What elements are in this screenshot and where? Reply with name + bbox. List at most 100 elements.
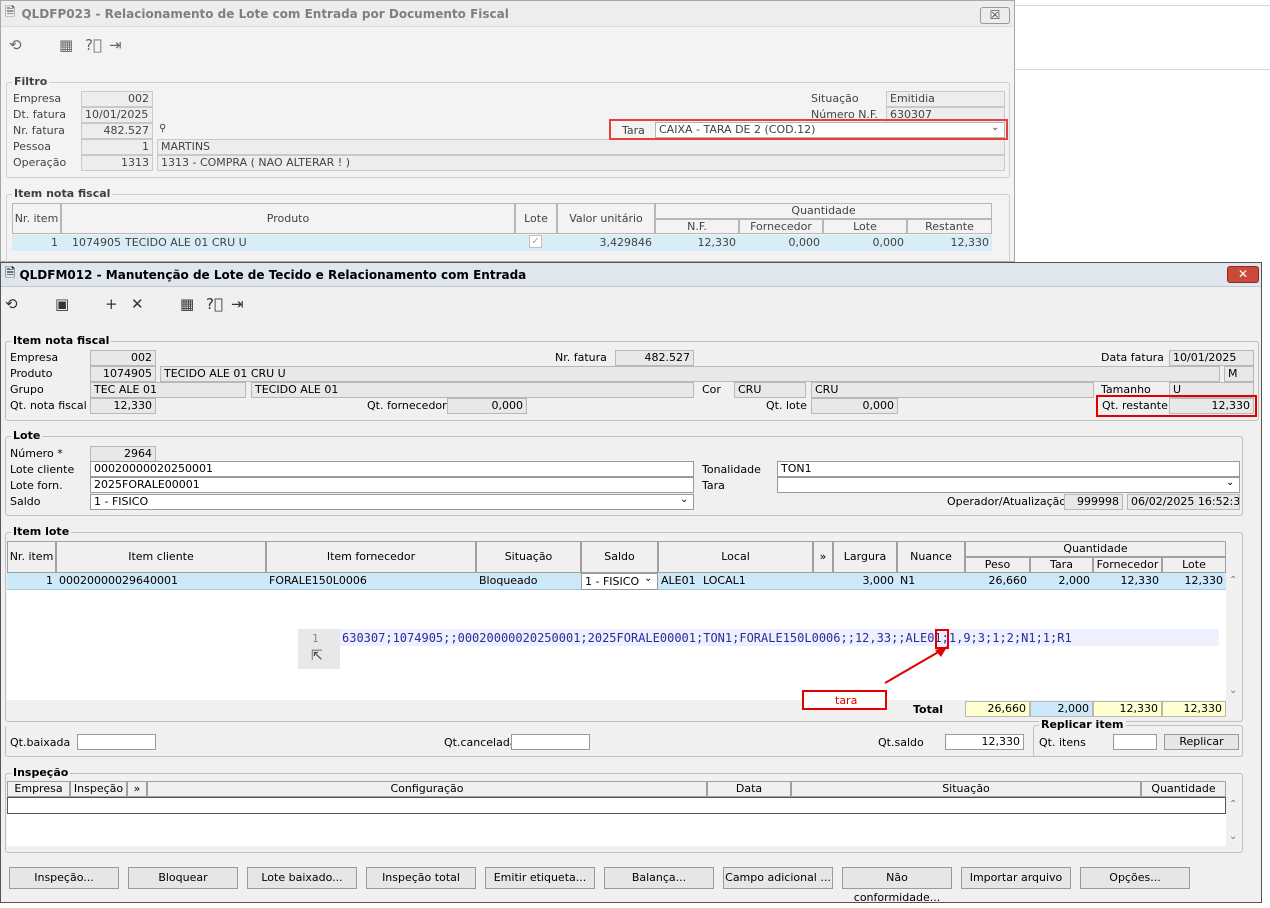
- table-row[interactable]: 1 1074905 TECIDO ALE 01 CRU U ✓ 3,429846…: [12, 235, 992, 251]
- operacao-code-field[interactable]: 1313: [81, 155, 153, 171]
- total-lote: 12,330: [1162, 701, 1226, 717]
- qt-baixada-input[interactable]: [77, 734, 156, 750]
- close-button[interactable]: ☒: [980, 7, 1010, 24]
- window-title: QLDFM012 - Manutenção de Lote de Tecido …: [19, 267, 527, 282]
- annotation-arrow: [884, 646, 948, 684]
- campo-adicional-button[interactable]: Campo adicional ...: [723, 867, 833, 889]
- col-peso[interactable]: Peso: [965, 557, 1030, 573]
- col-nuance[interactable]: Nuance: [897, 541, 965, 573]
- tara-select[interactable]: [777, 477, 1240, 493]
- delete-icon[interactable]: ✕: [131, 295, 144, 313]
- col-produto[interactable]: Produto: [61, 203, 515, 234]
- col-valor-unitario[interactable]: Valor unitário: [557, 203, 655, 234]
- replicar-button[interactable]: Replicar: [1164, 734, 1239, 750]
- annotation-text: tara: [835, 694, 858, 707]
- bloquear-button[interactable]: Bloquear: [128, 867, 238, 889]
- exit-icon[interactable]: ⇥: [109, 36, 122, 54]
- chevron-down-icon[interactable]: ⌄: [644, 573, 652, 584]
- qt-itens-input[interactable]: [1113, 734, 1157, 750]
- col-situacao[interactable]: Situação: [791, 781, 1141, 797]
- opcoes-button[interactable]: Opções...: [1080, 867, 1190, 889]
- operador-label: Operador/Atualização: [947, 495, 1067, 508]
- empresa-label: Empresa: [13, 92, 62, 105]
- col-empresa[interactable]: Empresa: [7, 781, 70, 797]
- save-icon[interactable]: ▣: [55, 295, 69, 313]
- nr-fatura-field[interactable]: 482.527: [81, 123, 153, 139]
- empresa-label: Empresa: [10, 351, 59, 364]
- col-situacao[interactable]: Situação: [476, 541, 581, 573]
- dt-fatura-label: Dt. fatura: [13, 108, 66, 121]
- inspecao-empty-row[interactable]: [7, 797, 1226, 814]
- data-fatura-field: 10/01/2025: [1169, 350, 1254, 366]
- col-fornecedor[interactable]: Fornecedor: [739, 219, 823, 234]
- col-restante[interactable]: Restante: [907, 219, 992, 234]
- qt-lote-field: 0,000: [811, 398, 898, 414]
- cell-fornecedor: 12,330: [1120, 574, 1160, 587]
- col-configuracao[interactable]: Configuração: [147, 781, 707, 797]
- checkbox-icon[interactable]: ✓: [529, 235, 542, 248]
- grupo-field: TECIDO ALE 01: [251, 382, 694, 398]
- col-inspecao[interactable]: Inspeção: [70, 781, 127, 797]
- operacao-label: Operação: [13, 156, 67, 169]
- scroll-down-icon[interactable]: ⌄: [1229, 831, 1237, 842]
- col-item-cliente[interactable]: Item cliente: [56, 541, 266, 573]
- inspecao-button[interactable]: Inspeção...: [9, 867, 119, 889]
- calendar-icon[interactable]: ▦: [180, 295, 194, 313]
- col-lote[interactable]: Lote: [1162, 557, 1226, 573]
- qt-saldo-field: 12,330: [945, 734, 1024, 750]
- pessoa-code-field[interactable]: 1: [81, 139, 153, 155]
- numero-field[interactable]: 2964: [90, 446, 156, 462]
- emitir-etiqueta-button[interactable]: Emitir etiqueta...: [485, 867, 595, 889]
- tonalidade-input[interactable]: TON1: [777, 461, 1240, 477]
- scroll-down-icon[interactable]: ⌄: [1229, 685, 1237, 696]
- refresh-icon[interactable]: ⟲: [9, 36, 22, 54]
- table-row[interactable]: 1 00020000029640001 FORALE150L0006 Bloqu…: [7, 573, 1226, 590]
- balanca-button[interactable]: Balança...: [604, 867, 714, 889]
- calendar-icon[interactable]: ▦: [59, 36, 73, 54]
- cell-fornecedor: 0,000: [788, 236, 821, 249]
- total-fornecedor: 12,330: [1093, 701, 1162, 717]
- help-icon[interactable]: ?⃝: [85, 36, 102, 54]
- close-button[interactable]: ✕: [1227, 266, 1259, 283]
- col-lote-qtd[interactable]: Lote: [823, 219, 907, 234]
- qt-nf-label: Qt. nota fiscal: [10, 399, 87, 412]
- col-more[interactable]: »: [813, 541, 833, 573]
- grupo-code-field: TEC ALE 01: [90, 382, 246, 398]
- dt-fatura-field[interactable]: 10/01/2025: [81, 107, 153, 123]
- nao-conformidade-button[interactable]: Não conformidade...: [842, 867, 952, 904]
- qt-itens-label: Qt. itens: [1039, 736, 1086, 749]
- lote-baixado-button[interactable]: Lote baixado...: [247, 867, 357, 889]
- importar-arquivo-button[interactable]: Importar arquivo: [961, 867, 1071, 889]
- col-more[interactable]: »: [127, 781, 147, 797]
- col-fornecedor[interactable]: Fornecedor: [1093, 557, 1162, 573]
- add-icon[interactable]: +: [105, 295, 118, 313]
- col-quantidade[interactable]: Quantidade: [1141, 781, 1226, 797]
- exit-icon[interactable]: ⇥: [231, 295, 244, 313]
- search-icon[interactable]: ⚲: [159, 123, 166, 134]
- inspecao-total-button[interactable]: Inspeção total: [366, 867, 476, 889]
- col-largura[interactable]: Largura: [833, 541, 897, 573]
- col-tara[interactable]: Tara: [1030, 557, 1093, 573]
- col-nf[interactable]: N.F.: [655, 219, 739, 234]
- window-qldfm012: 🗎 QLDFM012 - Manutenção de Lote de Tecid…: [0, 262, 1262, 904]
- help-icon[interactable]: ?⃝: [206, 295, 223, 313]
- lote-cliente-label: Lote cliente: [10, 463, 75, 476]
- col-nr-item[interactable]: Nr. item: [7, 541, 56, 573]
- col-local[interactable]: Local: [658, 541, 813, 573]
- col-saldo[interactable]: Saldo: [581, 541, 658, 573]
- lote-cliente-input[interactable]: 00020000020250001: [90, 461, 694, 477]
- chevron-down-icon[interactable]: ⌄: [1226, 477, 1234, 488]
- scroll-up-icon[interactable]: ⌃: [1229, 799, 1237, 810]
- col-nr-item[interactable]: Nr. item: [12, 203, 61, 234]
- col-data[interactable]: Data: [707, 781, 791, 797]
- cell-restante: 12,330: [950, 236, 990, 249]
- empresa-field[interactable]: 002: [81, 91, 153, 107]
- refresh-icon[interactable]: ⟲: [5, 295, 18, 313]
- col-lote[interactable]: Lote: [515, 203, 557, 234]
- lote-forn-input[interactable]: 2025FORALE00001: [90, 477, 694, 493]
- col-item-fornecedor[interactable]: Item fornecedor: [266, 541, 476, 573]
- chevron-down-icon[interactable]: ⌄: [680, 494, 688, 505]
- saldo-select[interactable]: 1 - FISICO: [90, 494, 694, 510]
- qt-cancelada-input[interactable]: [511, 734, 590, 750]
- scroll-up-icon[interactable]: ⌃: [1229, 575, 1237, 586]
